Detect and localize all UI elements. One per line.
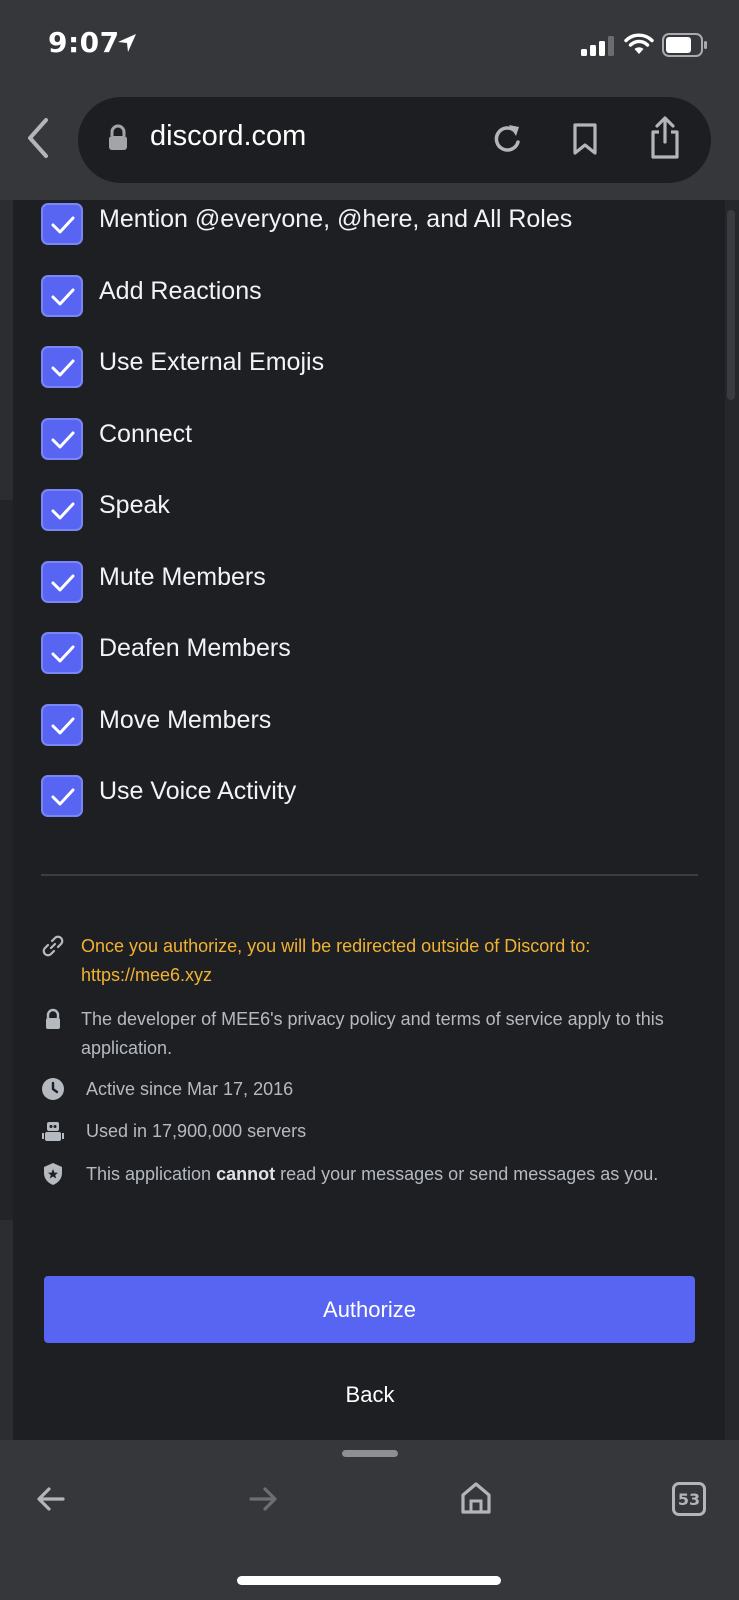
checkmark-icon	[51, 574, 75, 592]
robot-icon	[42, 1122, 64, 1141]
permission-checkbox[interactable]	[41, 632, 83, 674]
url-text[interactable]: discord.com	[150, 120, 306, 153]
app-screen: 9:07 discord.com Mention @everyone, @her…	[0, 0, 739, 1600]
permission-label: Mention @everyone, @here, and All Roles	[99, 205, 573, 233]
message-access-suffix: read your messages or send messages as y…	[275, 1164, 659, 1184]
status-bar: 9:07	[0, 0, 739, 92]
redirect-url[interactable]: https://mee6.xyz	[81, 965, 212, 985]
permission-checkbox[interactable]	[41, 489, 83, 531]
lock-icon	[46, 1008, 60, 1029]
server-count-text: Used in 17,900,000 servers	[86, 1121, 307, 1141]
checkmark-icon	[51, 717, 75, 735]
checkmark-icon	[51, 502, 75, 520]
permission-checkbox[interactable]	[41, 561, 83, 603]
permission-checkbox[interactable]	[41, 775, 83, 817]
link-icon	[42, 935, 64, 957]
reload-icon[interactable]	[492, 122, 524, 156]
permission-label: Speak	[99, 491, 170, 519]
message-access-emphasis: cannot	[216, 1164, 276, 1184]
clock-icon	[42, 1078, 64, 1100]
share-icon[interactable]	[650, 116, 680, 160]
permission-item[interactable]: Speak	[41, 489, 701, 533]
location-arrow-icon	[118, 34, 136, 52]
message-access-prefix: This application	[86, 1164, 217, 1184]
permission-label: Use Voice Activity	[99, 777, 297, 805]
permission-item[interactable]: Connect	[41, 418, 701, 462]
toolbar-home-icon[interactable]	[460, 1481, 492, 1515]
scrollbar-thumb[interactable]	[727, 210, 735, 400]
wifi-icon	[624, 33, 654, 54]
permission-item[interactable]: Use External Emojis	[41, 346, 701, 390]
checkmark-icon	[51, 645, 75, 663]
permission-item[interactable]: Deafen Members	[41, 632, 701, 676]
permission-checkbox[interactable]	[41, 704, 83, 746]
permission-label: Use External Emojis	[99, 348, 325, 376]
permission-item[interactable]: Use Voice Activity	[41, 775, 701, 819]
section-divider	[41, 874, 698, 876]
permission-item[interactable]: Add Reactions	[41, 275, 701, 319]
message-access-text: This application cannot read your messag…	[86, 1160, 701, 1189]
permission-label: Move Members	[99, 706, 272, 734]
permission-checkbox[interactable]	[41, 418, 83, 460]
checkmark-icon	[51, 431, 75, 449]
permission-checkbox[interactable]	[41, 203, 83, 245]
status-time: 9:07	[48, 26, 120, 59]
redirect-text: Once you authorize, you will be redirect…	[81, 932, 701, 990]
active-since-text: Active since Mar 17, 2016	[86, 1079, 294, 1099]
permission-label: Mute Members	[99, 563, 266, 591]
permission-item[interactable]: Mute Members	[41, 561, 701, 605]
permission-label: Deafen Members	[99, 634, 291, 662]
permission-checkbox[interactable]	[41, 346, 83, 388]
authorize-button[interactable]: Authorize	[44, 1276, 695, 1343]
checkmark-icon	[51, 288, 75, 306]
checkmark-icon	[51, 359, 75, 377]
permission-item[interactable]: Mention @everyone, @here, and All Roles	[41, 203, 701, 247]
back-button[interactable]: Back	[270, 1370, 470, 1420]
permission-checkbox[interactable]	[41, 275, 83, 317]
signal-icon	[581, 36, 614, 56]
browser-back-chevron-icon[interactable]	[22, 116, 56, 160]
permission-label: Connect	[99, 420, 193, 448]
permission-item[interactable]: Move Members	[41, 704, 701, 748]
permission-label: Add Reactions	[99, 277, 262, 305]
bookmark-icon[interactable]	[572, 122, 598, 156]
redirect-message: Once you authorize, you will be redirect…	[81, 936, 591, 956]
privacy-text: The developer of MEE6's privacy policy a…	[81, 1009, 664, 1058]
checkmark-icon	[51, 788, 75, 806]
toolbar-grabber[interactable]	[342, 1450, 398, 1457]
battery-icon	[662, 33, 707, 57]
checkmark-icon	[51, 216, 75, 234]
toolbar-forward-arrow-icon[interactable]	[248, 1484, 278, 1514]
home-indicator[interactable]	[237, 1576, 501, 1585]
toolbar-tabs-button[interactable]: 53	[672, 1482, 706, 1516]
page-background-left-lower	[0, 500, 13, 1220]
toolbar-back-arrow-icon[interactable]	[36, 1484, 66, 1514]
lock-icon	[109, 124, 127, 150]
shield-star-icon	[44, 1163, 62, 1185]
